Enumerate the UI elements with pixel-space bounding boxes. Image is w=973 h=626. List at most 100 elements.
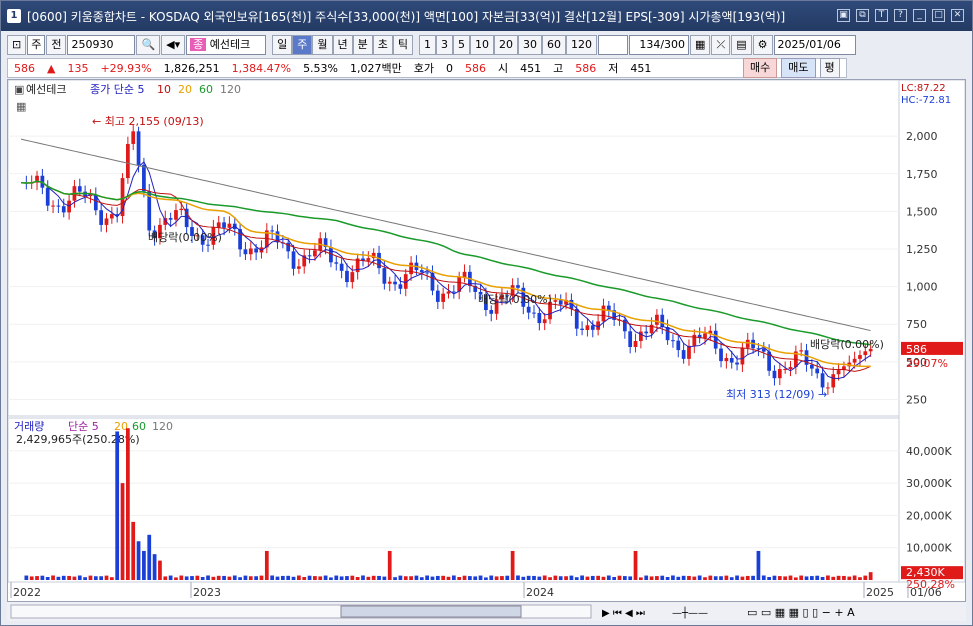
- volume-bar: [131, 521, 136, 580]
- stock-name[interactable]: 예선테크: [210, 38, 250, 51]
- period-button-1[interactable]: 주: [292, 35, 313, 55]
- candle-body: [136, 131, 141, 165]
- candle-body: [109, 214, 114, 219]
- period-select[interactable]: 주: [27, 35, 46, 55]
- candle-body: [345, 270, 349, 283]
- scrollbar-thumb[interactable]: [340, 605, 522, 618]
- volume-bar: [441, 575, 446, 580]
- candle-body: [585, 325, 590, 330]
- candle-body: [553, 300, 558, 302]
- close-icon[interactable]: ✕: [951, 9, 964, 22]
- minimize-icon[interactable]: _: [913, 9, 926, 22]
- interval-button-2[interactable]: 5: [453, 35, 471, 55]
- tool-icon[interactable]: ⤫: [711, 35, 731, 55]
- volume-bar: [510, 550, 515, 580]
- volume-y-tick: 40,000K: [906, 445, 952, 458]
- volume-bar: [275, 576, 280, 580]
- candle-body: [56, 205, 61, 207]
- period-button-2[interactable]: 월: [312, 35, 333, 55]
- candle-body: [441, 293, 446, 302]
- eval-button[interactable]: 평: [819, 58, 840, 78]
- restore-icon[interactable]: ⧉: [856, 9, 869, 22]
- volume-bar: [409, 576, 413, 580]
- interval-input[interactable]: [598, 35, 629, 55]
- candle-body: [777, 369, 782, 379]
- interval-button-7[interactable]: 120: [566, 35, 598, 55]
- window-controls: ▣ ⧉ T ? _ □ ✕: [837, 9, 964, 22]
- prev-button[interactable]: 전: [46, 35, 67, 55]
- candle-body: [836, 370, 841, 375]
- window-title: [0600] 키움종합차트 - KOSDAQ 외국인보유[165(천)] 주식수…: [27, 9, 786, 24]
- T-icon[interactable]: T: [875, 9, 888, 22]
- volume-bar: [147, 534, 152, 580]
- volume-bar: [767, 577, 771, 580]
- volume-bar: [382, 576, 387, 580]
- volume-bar: [40, 575, 45, 580]
- candle-body: [291, 251, 296, 269]
- volume-bar: [158, 560, 162, 580]
- volume-bar: [109, 577, 114, 580]
- period-button-6[interactable]: 틱: [392, 35, 414, 55]
- period-button-0[interactable]: 일: [272, 35, 293, 55]
- volume-bar: [232, 575, 237, 580]
- date-input[interactable]: 2025/01/06: [773, 35, 856, 55]
- interval-button-3[interactable]: 10: [470, 35, 495, 55]
- help-icon[interactable]: ?: [894, 9, 907, 22]
- volume-bar: [526, 575, 531, 580]
- candle-body: [590, 325, 595, 330]
- volume-bar: [852, 575, 857, 580]
- candle-body: [740, 347, 745, 365]
- chart-type-icon[interactable]: ⊡: [7, 35, 27, 55]
- settings-icon[interactable]: ⚙: [752, 35, 773, 55]
- candle-body: [313, 250, 317, 257]
- volume-bar: [83, 577, 87, 580]
- candle-body: [462, 271, 467, 278]
- chart-svg[interactable]: 2505007501,0001,2501,5001,7502,000▣ 예선테크 종…: [7, 79, 966, 602]
- volume-current: 2,429,965주(250.28%): [16, 433, 140, 446]
- interval-button-4[interactable]: 20: [494, 35, 519, 55]
- volume-bar: [67, 575, 71, 580]
- volume-bar: [345, 576, 349, 580]
- search-icon[interactable]: 🔍: [136, 35, 161, 55]
- volume-bar: [590, 575, 595, 580]
- volume-bar: [387, 550, 392, 580]
- candle-body: [425, 272, 429, 274]
- volume-bar: [238, 577, 242, 580]
- volume-bar: [676, 576, 681, 580]
- legend-item: 20: [178, 83, 192, 96]
- volume-bar: [56, 576, 61, 580]
- candle-body: [248, 248, 253, 255]
- period-button-4[interactable]: 분: [352, 35, 373, 55]
- period-button-5[interactable]: 초: [372, 35, 393, 55]
- count-display[interactable]: 134/300: [629, 35, 690, 55]
- interval-button-0[interactable]: 1: [419, 35, 437, 55]
- volume-bar: [804, 576, 809, 580]
- save-icon[interactable]: ▤: [731, 35, 752, 55]
- layout-icon[interactable]: ▣: [837, 9, 850, 22]
- candle-body: [350, 272, 355, 283]
- stock-code-input[interactable]: 250930: [67, 35, 136, 55]
- interval-button-1[interactable]: 3: [436, 35, 454, 55]
- candle-body: [783, 369, 788, 371]
- zoom-slider-icon[interactable]: —┼——: [672, 606, 708, 619]
- volume-bar: [307, 575, 312, 580]
- view-icons[interactable]: ▭ ▭ ▦ ▦ ▯ ▯ − + A: [747, 606, 855, 619]
- play-icon[interactable]: ▶ ⏮ ◀ ⏭: [602, 608, 645, 619]
- interval-button-6[interactable]: 60: [542, 35, 567, 55]
- candle-body: [671, 340, 675, 342]
- interval-button-5[interactable]: 30: [518, 35, 543, 55]
- candle-body: [788, 367, 793, 370]
- period-button-3[interactable]: 년: [332, 35, 353, 55]
- chart-area[interactable]: 250 500 750 1,000 1,250 1,500 1,750 2,000 ▣ 예선테크 종…: [7, 79, 966, 603]
- volume-legend-ma120: 120: [152, 420, 173, 433]
- volume-bar: [628, 576, 633, 580]
- candle-body: [387, 281, 392, 284]
- volume-bar: [115, 431, 120, 580]
- volume-bar: [297, 575, 301, 580]
- grid-icon[interactable]: ▦: [690, 35, 711, 55]
- sound-icon[interactable]: ◀▾: [161, 35, 186, 55]
- volume-bar: [419, 577, 424, 580]
- buy-button[interactable]: 매수: [743, 58, 778, 78]
- maximize-icon[interactable]: □: [932, 9, 945, 22]
- sell-button[interactable]: 매도: [781, 58, 816, 78]
